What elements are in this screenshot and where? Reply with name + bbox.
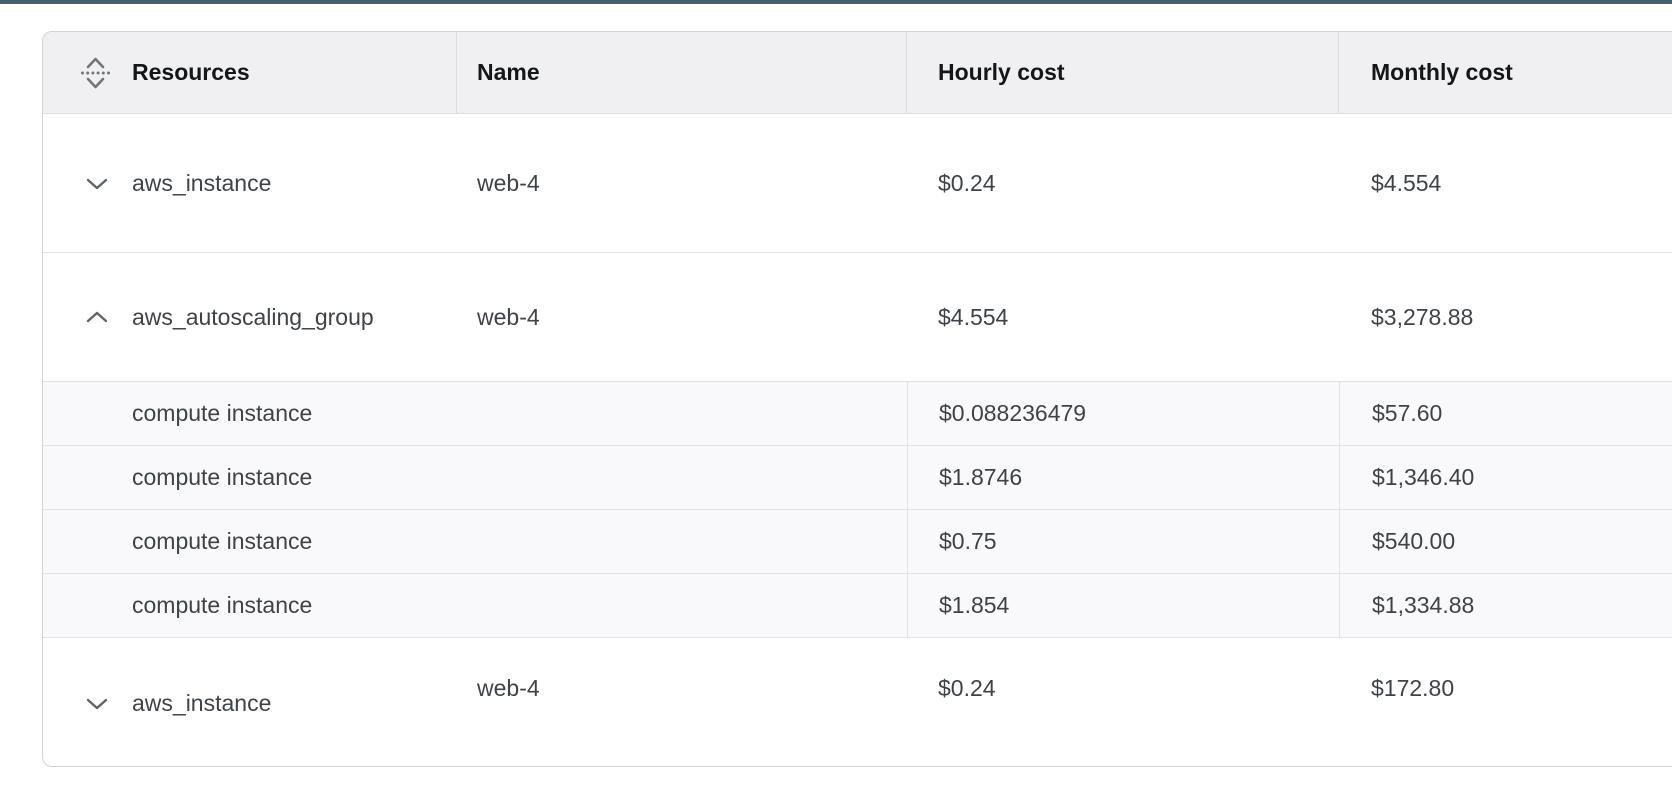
- header-cell-name: Name: [457, 32, 907, 113]
- chevron-down-icon[interactable]: [86, 177, 108, 190]
- chevron-down-icon[interactable]: [86, 697, 108, 710]
- header-label-monthly-cost: Monthly cost: [1371, 59, 1513, 86]
- header-label-hourly-cost: Hourly cost: [938, 59, 1065, 86]
- header-cell-hourly-cost: Hourly cost: [907, 32, 1339, 113]
- cost-component-name: [457, 574, 907, 637]
- cost-component-row: compute instance $0.088236479 $57.60: [43, 382, 1672, 446]
- resource-name: web-4: [457, 253, 907, 381]
- table-row-aws-autoscaling-group[interactable]: aws_autoscaling_group web-4 $4.554 $3,27…: [43, 253, 1672, 382]
- hourly-cost-value: $1.8746: [907, 446, 1339, 509]
- monthly-cost-value: $57.60: [1339, 382, 1672, 445]
- top-accent-bar: [0, 0, 1672, 4]
- table-row-aws-instance-2[interactable]: aws_instance web-4 $0.24 $172.80: [43, 638, 1672, 767]
- hourly-cost-value: $0.088236479: [907, 382, 1339, 445]
- resource-name: web-4: [457, 114, 907, 252]
- resource-cell: aws_autoscaling_group: [43, 253, 457, 381]
- resource-cell: aws_instance: [43, 114, 457, 252]
- resource-type-label: aws_autoscaling_group: [132, 304, 374, 331]
- hourly-cost-value: $4.554: [907, 253, 1339, 381]
- monthly-cost-value: $172.80: [1339, 638, 1672, 767]
- hourly-cost-value: $0.75: [907, 510, 1339, 573]
- resource-name: web-4: [457, 638, 907, 767]
- monthly-cost-value: $540.00: [1339, 510, 1672, 573]
- header-cell-monthly-cost: Monthly cost: [1339, 32, 1672, 113]
- chevron-up-icon[interactable]: [86, 311, 108, 324]
- cost-component-label: compute instance: [43, 382, 457, 445]
- cost-component-row: compute instance $0.75 $540.00: [43, 510, 1672, 574]
- table-header-row: Resources Name Hourly cost Monthly cost: [43, 32, 1672, 114]
- monthly-cost-value: $3,278.88: [1339, 253, 1672, 381]
- cost-table-card: Resources Name Hourly cost Monthly cost …: [42, 31, 1672, 767]
- hourly-cost-value: $0.24: [907, 114, 1339, 252]
- resource-type-label: aws_instance: [132, 170, 271, 197]
- monthly-cost-value: $1,334.88: [1339, 574, 1672, 637]
- header-cell-resources: Resources: [43, 32, 457, 113]
- resource-type-label: aws_instance: [132, 690, 271, 717]
- cost-component-name: [457, 382, 907, 445]
- cost-component-label: compute instance: [43, 510, 457, 573]
- expand-collapse-all-icon[interactable]: [79, 54, 112, 92]
- cost-component-name: [457, 510, 907, 573]
- cost-component-row: compute instance $1.854 $1,334.88: [43, 574, 1672, 638]
- hourly-cost-value: $1.854: [907, 574, 1339, 637]
- cost-component-label: compute instance: [43, 574, 457, 637]
- resource-cell: aws_instance: [43, 638, 457, 767]
- header-label-resources: Resources: [132, 59, 250, 86]
- cost-component-row: compute instance $1.8746 $1,346.40: [43, 446, 1672, 510]
- cost-component-label: compute instance: [43, 446, 457, 509]
- monthly-cost-value: $4.554: [1339, 114, 1672, 252]
- table-row-aws-instance-1[interactable]: aws_instance web-4 $0.24 $4.554: [43, 114, 1672, 253]
- cost-component-name: [457, 446, 907, 509]
- header-label-name: Name: [477, 59, 540, 86]
- hourly-cost-value: $0.24: [907, 638, 1339, 767]
- monthly-cost-value: $1,346.40: [1339, 446, 1672, 509]
